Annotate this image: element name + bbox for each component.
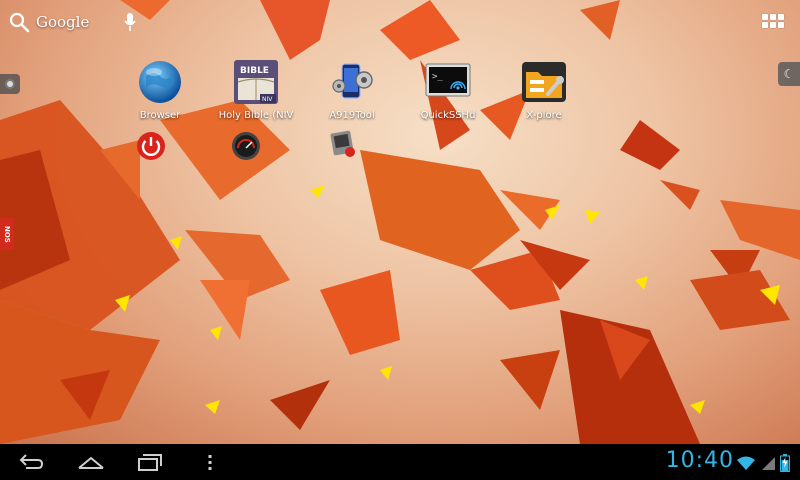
globe-icon — [139, 61, 181, 103]
signal-icon — [762, 457, 775, 470]
navigation-bar: 10:40 — [0, 444, 800, 480]
home-button[interactable] — [76, 450, 106, 474]
phone-gear-icon — [332, 63, 373, 99]
status-clock[interactable]: 10:40 — [666, 448, 734, 473]
svg-text:BIBLE: BIBLE — [240, 66, 269, 76]
app-label: A919Tool — [329, 110, 375, 121]
app-label: X-plore — [526, 110, 562, 121]
moon-icon: ☾ — [783, 67, 795, 81]
app-label: Holy Bible (NIV — [218, 110, 294, 121]
power-icon[interactable] — [135, 130, 167, 162]
app-holy-bible[interactable]: BIBLE NIV Holy Bible (NIV — [216, 58, 296, 121]
app-x-plore[interactable]: X-plore — [504, 58, 584, 121]
battery-charging-icon — [780, 454, 790, 472]
app-label: QuickSSHd — [420, 110, 476, 121]
app-quicksshd[interactable]: >_ QuickSSHd — [408, 58, 488, 121]
app-a919tool[interactable]: A919Tool — [312, 58, 392, 121]
recent-apps-button[interactable] — [136, 450, 164, 474]
recent-apps-icon — [138, 454, 162, 471]
side-widget-handle-left[interactable] — [0, 74, 20, 94]
app-label: Browser — [139, 110, 181, 121]
google-search-bar[interactable]: Google — [8, 8, 137, 36]
side-badge[interactable]: NOS — [0, 218, 14, 250]
home-icon — [78, 456, 104, 469]
svg-text:>_: >_ — [432, 72, 443, 82]
google-search-label[interactable]: Google — [36, 13, 89, 31]
speedometer-icon[interactable] — [230, 130, 262, 162]
folder-tools-icon — [522, 62, 566, 102]
bible-book-icon: BIBLE NIV — [234, 60, 278, 104]
menu-button[interactable] — [204, 450, 216, 474]
microphone-icon[interactable] — [123, 11, 137, 33]
side-widget-handle-right[interactable]: ☾ — [778, 62, 800, 86]
menu-icon — [208, 455, 212, 470]
wifi-icon — [737, 456, 755, 470]
media-player-icon[interactable] — [328, 130, 360, 162]
app-browser[interactable]: Browser — [120, 58, 200, 121]
back-button[interactable] — [16, 450, 44, 474]
search-icon[interactable] — [8, 11, 30, 33]
svg-text:NIV: NIV — [262, 96, 273, 103]
all-apps-button[interactable] — [762, 12, 784, 30]
back-icon — [19, 454, 44, 469]
status-icons[interactable] — [736, 454, 790, 472]
terminal-icon: >_ — [425, 63, 471, 97]
